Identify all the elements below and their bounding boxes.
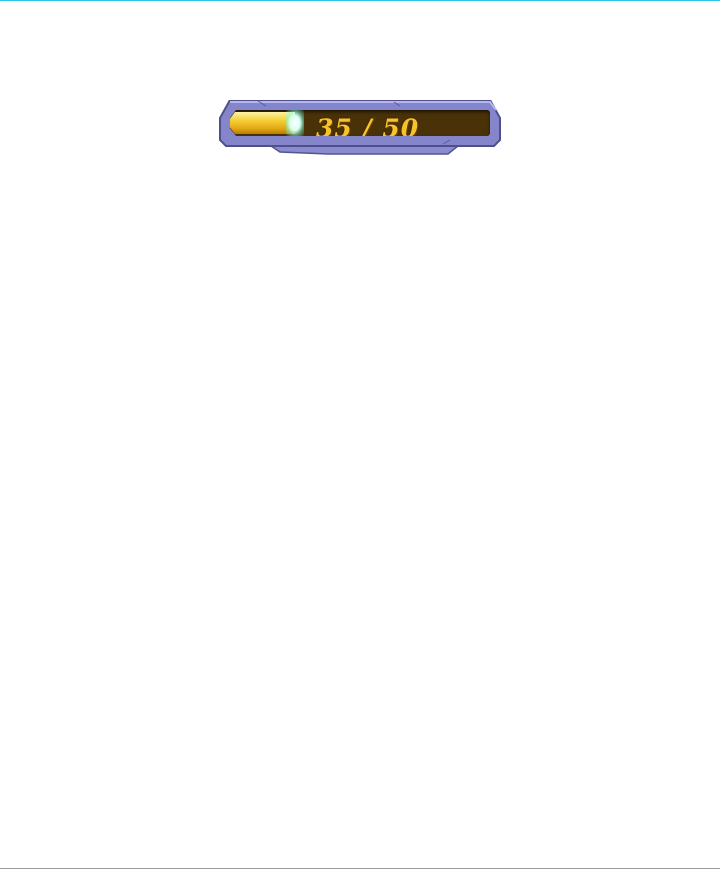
progress-track: 35 / 50 [230, 110, 490, 136]
current-value: 35 [316, 114, 353, 136]
progress-glow [286, 110, 304, 136]
top-border [0, 0, 720, 1]
progress-bar-frame: 35 / 50 [218, 100, 502, 156]
separator: / [362, 114, 373, 136]
max-value: 50 [382, 114, 420, 136]
bottom-border [0, 868, 720, 869]
progress-count: 35 / 50 [316, 114, 419, 136]
